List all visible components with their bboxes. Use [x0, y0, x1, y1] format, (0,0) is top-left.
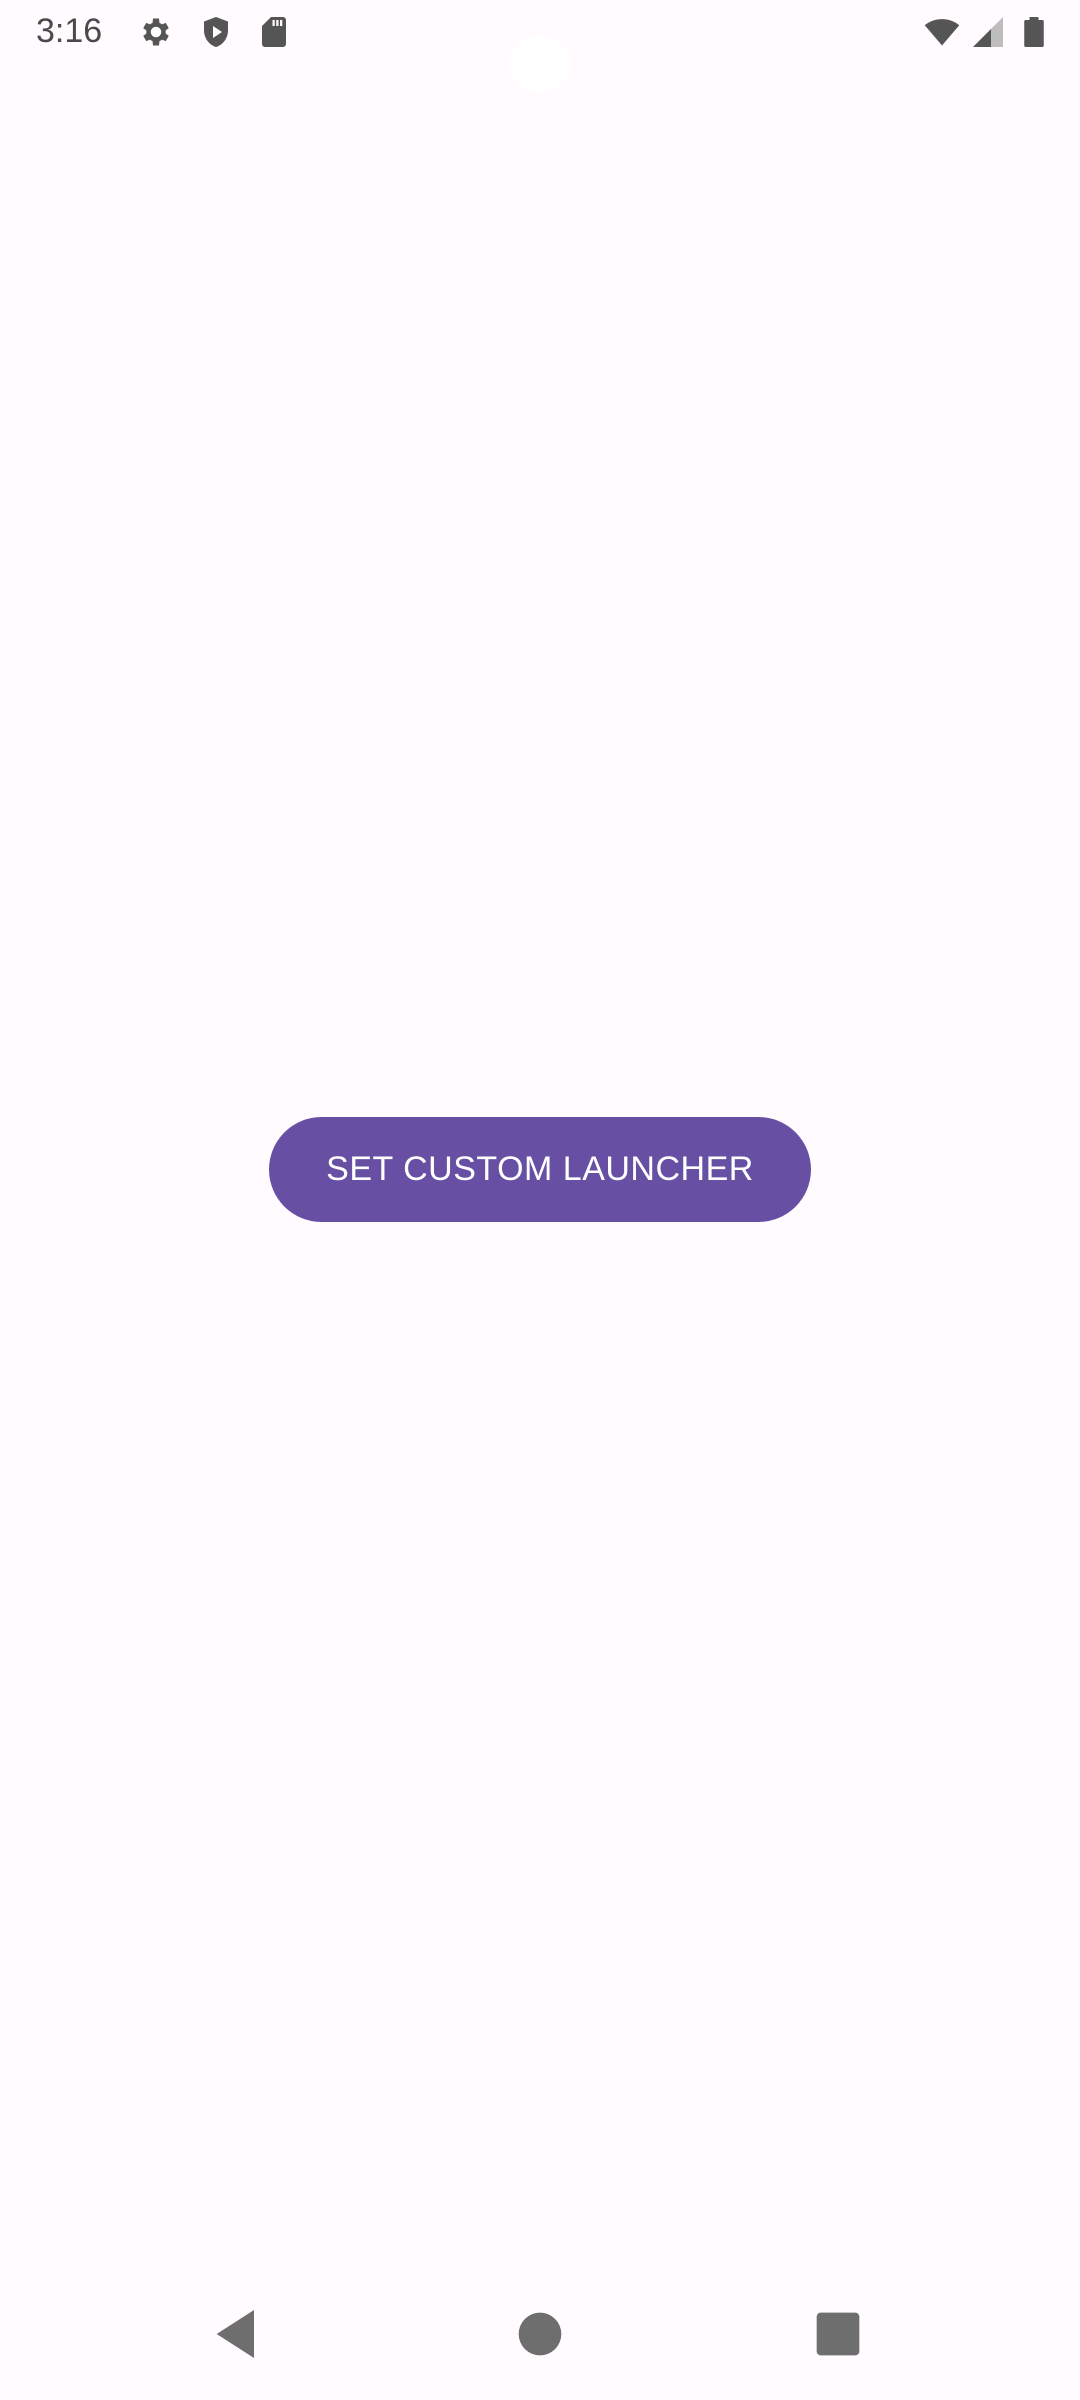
app-screen: 3:16 SET CUSTOM LAUNCHER: [0, 0, 1080, 2400]
shield-play-icon: [198, 14, 234, 50]
gear-icon: [138, 14, 174, 50]
battery-icon: [1016, 14, 1052, 50]
back-icon[interactable]: [206, 2302, 270, 2366]
wifi-icon: [924, 14, 960, 50]
cellular-signal-icon: [970, 14, 1006, 50]
status-time: 3:16: [36, 12, 103, 50]
home-icon[interactable]: [508, 2302, 572, 2366]
navigation-bar: [0, 2272, 1080, 2400]
sd-card-icon: [256, 14, 292, 50]
camera-cutout: [510, 36, 570, 92]
set-custom-launcher-button[interactable]: SET CUSTOM LAUNCHER: [269, 1117, 811, 1222]
recents-icon[interactable]: [806, 2302, 870, 2366]
